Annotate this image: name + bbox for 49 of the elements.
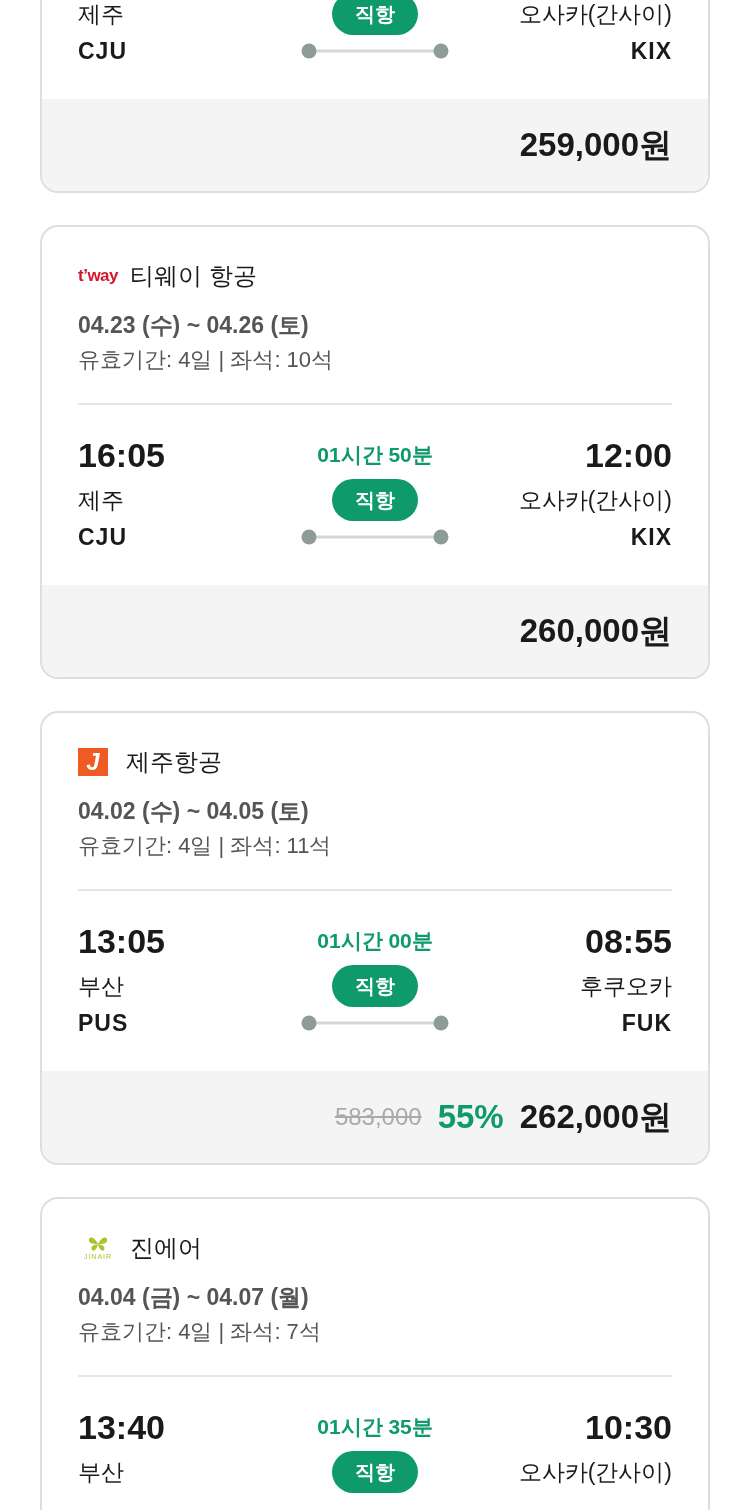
direct-flight-badge: 직항 — [332, 479, 418, 521]
flight-duration: 01시간 35분 — [317, 1414, 433, 1440]
route-line-icon — [301, 1014, 449, 1032]
route-line-icon — [301, 42, 449, 60]
arrival-city: 오사카(간사이) — [518, 486, 672, 515]
fare-price: 259,000원 — [519, 124, 672, 165]
departure-city: 제주 — [78, 486, 125, 515]
validity-info: 유효기간: 4일 | 좌석: 11석 — [78, 828, 672, 891]
arrival-city: 후쿠오카 — [580, 972, 672, 1001]
arrival-code: KIX — [630, 523, 672, 551]
flight-duration: 01시간 00분 — [317, 928, 433, 954]
departure-code: CJU — [78, 37, 128, 65]
departure-city: 부산 — [78, 972, 125, 1001]
airline-logo: t’way — [78, 266, 119, 286]
departure-time: 13:40 — [78, 1407, 166, 1448]
discount-rate: 55% — [437, 1098, 504, 1136]
travel-dates: 04.04 (금) ~ 04.07 (월) — [78, 1283, 310, 1312]
validity-info: 유효기간: 4일 | 좌석: 7석 — [78, 1314, 672, 1377]
fare-price: 262,000원 — [519, 1096, 672, 1137]
arrival-code: KIX — [630, 37, 672, 65]
airline-logo: J — [78, 748, 108, 776]
departure-time: 16:05 — [78, 435, 166, 476]
direct-flight-badge: 직항 — [332, 965, 418, 1007]
arrival-time: 08:55 — [585, 921, 672, 962]
departure-time: 13:05 — [78, 921, 166, 962]
arrival-time: 12:00 — [585, 435, 672, 476]
flight-card[interactable]: 제주 CJU 직항 오사카(간사이) KIX 259,000원 — [40, 0, 710, 193]
direct-flight-badge: 직항 — [332, 1451, 418, 1493]
flight-card[interactable]: J 제주항공 04.02 (수) ~ 04.05 (토) 유효기간: 4일 | 좌석: 11석 13:05 부산 PUS 01시간 00분 직항 08:55 후쿠오카 FUK 583,000 55% 262,000원 — [40, 711, 710, 1165]
direct-flight-badge: 직항 — [332, 0, 418, 35]
validity-info: 유효기간: 4일 | 좌석: 10석 — [78, 342, 672, 405]
flight-card[interactable]: t’way 티웨이 항공 04.23 (수) ~ 04.26 (토) 유효기간: 4일 | 좌석: 10석 16:05 제주 CJU 01시간 50분 직항 12:00 오사카(간사이) KIX 260,000원 — [40, 225, 710, 679]
arrival-city: 오사카(간사이) — [518, 1458, 672, 1487]
travel-dates: 04.23 (수) ~ 04.26 (토) — [78, 311, 310, 340]
departure-city: 부산 — [78, 1458, 125, 1487]
original-price: 583,000 — [334, 1103, 422, 1131]
arrival-city: 오사카(간사이) — [518, 0, 672, 29]
departure-city: 제주 — [78, 0, 125, 29]
flight-duration: 01시간 50분 — [317, 442, 433, 468]
departure-code: PUS — [78, 1009, 130, 1037]
fare-price: 260,000원 — [519, 610, 672, 651]
departure-code: CJU — [78, 523, 128, 551]
airline-name: 티웨이 항공 — [130, 261, 257, 291]
arrival-time: 10:30 — [585, 1407, 672, 1448]
travel-dates: 04.02 (수) ~ 04.05 (토) — [78, 797, 310, 826]
airline-name: 진에어 — [130, 1233, 202, 1263]
route-line-icon — [301, 528, 449, 546]
arrival-code: FUK — [621, 1009, 672, 1037]
airline-name: 제주항공 — [126, 747, 222, 777]
